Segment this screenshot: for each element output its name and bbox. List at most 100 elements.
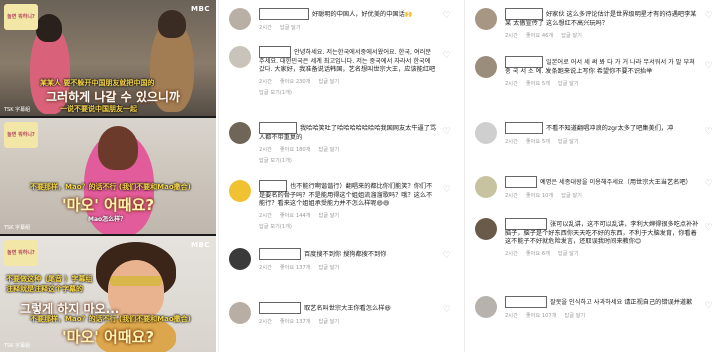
heart-icon[interactable]: ♡ [704, 180, 713, 189]
heart-icon[interactable]: ♡ [442, 128, 451, 137]
reply-button[interactable]: 답글 달기 [280, 25, 301, 31]
subtitle-chinese-2: 不要那样，Mao？的话不行 (我们不要和Mao撒合) [30, 315, 191, 323]
comment-item: 안녕하세요. 저는한국에서중에서왔어요. 한국, 여러분 주세요. 대한민국은 … [219, 46, 459, 120]
like-count[interactable]: 좋아요 5개 [526, 139, 550, 145]
heart-icon[interactable]: ♡ [442, 186, 451, 195]
username-redacted[interactable] [259, 180, 287, 192]
reply-button[interactable]: 답글 달기 [558, 251, 579, 257]
video-stills-column: 놀면 뭐하니? MBC 某某人 要不躲开中国朋友就把中国的 그러하게 나갈 수 … [0, 0, 216, 352]
reply-button[interactable]: 답글 달기 [561, 33, 582, 39]
comment-item: 잘못을 인식하고 사과하세요 请正视自己的错误并道歉 2시간 좋아요 107개 답글… [465, 296, 720, 340]
comment-text: 不看不知道翻唱冲浪的zgr太多了吧集美们，冲 [546, 125, 674, 132]
reply-button[interactable]: 답글 달기 [561, 193, 582, 199]
heart-icon[interactable]: ♡ [704, 128, 713, 137]
comment-item: 我哈哈笑吐了哈哈哈哈哈哈哈我国网友太牛逼了骂人都不带重复的 2시간 좋아요 180… [219, 122, 459, 168]
username-redacted[interactable] [505, 122, 543, 134]
subtitle-group-label: TSK 字幕組 [4, 343, 31, 349]
username-redacted[interactable] [259, 46, 291, 58]
heart-icon[interactable]: ♡ [704, 302, 713, 311]
subtitle-korean: 그러하게 나갈 수 있으니까 [46, 90, 180, 104]
subtitle-chinese-2: 一说不要说中国朋友一起 [60, 105, 137, 113]
username-redacted[interactable] [505, 176, 537, 188]
comment-item: 일본어로 어서 세 써 봐 다 가 거 나라 무서워서 가 말 부쳐 중 국 서… [465, 56, 720, 108]
comment-list-right[interactable]: 好家伙 这么多评论估计是世界级明星才有的待遇吧李某某 太傲宣传了 这么想红不高兴… [464, 0, 720, 352]
heart-icon[interactable]: ♡ [442, 306, 451, 315]
user-avatar[interactable] [475, 296, 497, 318]
glasses [110, 276, 162, 286]
reply-button[interactable]: 답글 달기 [319, 319, 340, 325]
user-avatar[interactable] [229, 180, 251, 202]
like-count[interactable]: 좋아요 5개 [526, 81, 550, 87]
user-avatar[interactable] [475, 176, 497, 198]
reply-button[interactable]: 답글 달기 [558, 139, 579, 145]
like-count[interactable]: 좋아요 46개 [526, 33, 553, 39]
reply-button[interactable]: 답글 달기 [565, 313, 586, 319]
heart-icon[interactable]: ♡ [704, 224, 713, 233]
subtitle-small: Mao怎么样？ [88, 216, 127, 223]
comment-time: 2시간 [505, 139, 518, 145]
username-redacted[interactable] [505, 296, 547, 308]
video-frame: 놀면 뭐하니? MBC 不要做这种（尾音 ）字幕组注释就是注释这个字幕的 그렇게… [0, 236, 216, 352]
like-count[interactable]: 좋아요 180개 [280, 147, 311, 153]
user-avatar[interactable] [475, 56, 497, 78]
view-replies-link[interactable]: 답글 보기(1개) [259, 157, 437, 164]
heart-icon[interactable]: ♡ [442, 252, 451, 261]
view-replies-link[interactable]: 답글 보기(1개) [259, 223, 437, 230]
user-avatar[interactable] [475, 218, 497, 240]
comment-time: 2시간 [505, 193, 518, 199]
user-avatar[interactable] [229, 248, 251, 270]
username-redacted[interactable] [505, 56, 543, 68]
person-head [98, 126, 138, 170]
reply-button[interactable]: 답글 달기 [558, 81, 579, 87]
like-count[interactable]: 좋아요 6개 [526, 251, 550, 257]
user-avatar[interactable] [229, 8, 251, 30]
comment-item: 好聪明的中国人，好优美的中国话🙌 2시간 답글 달기 ♡ [219, 8, 459, 48]
username-redacted[interactable] [259, 248, 301, 260]
reply-button[interactable]: 답글 달기 [319, 79, 340, 85]
user-avatar[interactable] [229, 46, 251, 68]
heart-icon[interactable]: ♡ [442, 12, 451, 21]
heart-icon[interactable]: ♡ [704, 12, 713, 21]
username-redacted[interactable] [259, 302, 301, 314]
comment-time: 2시간 [259, 265, 272, 271]
comment-text: 百度搜不到你 搜狗都搜不到你 [304, 251, 387, 258]
heart-icon[interactable]: ♡ [704, 62, 713, 71]
like-count[interactable]: 좋아요 137개 [280, 265, 311, 271]
username-redacted[interactable] [259, 8, 309, 20]
user-avatar[interactable] [475, 8, 497, 30]
view-replies-link[interactable]: 답글 보기(1개) [259, 89, 437, 96]
heart-icon[interactable]: ♡ [442, 52, 451, 61]
comment-item: 不看不知道翻唱冲浪的zgr太多了吧集美们，冲 2시간 좋아요 5개 답글 달기 ♡ [465, 122, 720, 166]
subtitle-chinese: 不要做这种（尾音 ）字幕组注释就是注释这个字幕的 [6, 275, 93, 293]
username-redacted[interactable] [505, 218, 547, 230]
comment-text: 取艺名叫世宗大王你看怎么样😆 [304, 305, 391, 312]
comment-time: 2시간 [259, 25, 272, 31]
comment-time: 2시간 [259, 147, 272, 153]
like-count[interactable]: 좋아요 144개 [280, 213, 311, 219]
user-avatar[interactable] [475, 122, 497, 144]
video-frame: 놀면 뭐하니? MBC 某某人 要不躲开中国朋友就把中国的 그러하게 나갈 수 … [0, 0, 216, 116]
comment-item: 百度搜不到你 搜狗都搜不到你 2시간 좋아요 137개 답글 달기 ♡ [219, 248, 459, 290]
comment-list-middle[interactable]: 好聪明的中国人，好优美的中国话🙌 2시간 답글 달기 ♡ 안녕하세요. 저는한국에… [218, 0, 459, 352]
person-head [158, 10, 186, 38]
username-redacted[interactable] [505, 8, 543, 20]
reply-button[interactable]: 답글 달기 [319, 213, 340, 219]
broadcaster-logo: MBC [191, 241, 210, 249]
comment-time: 2시간 [505, 313, 518, 319]
username-redacted[interactable] [259, 122, 297, 134]
comment-text: 好聪明的中国人，好优美的中国话🙌 [312, 11, 413, 18]
subtitle-chinese: 不要那样，Mao？的话不行 (我们不要和Mao撒合) [30, 183, 191, 191]
user-avatar[interactable] [229, 122, 251, 144]
like-count[interactable]: 좋아요 230개 [280, 79, 311, 85]
comment-item: 也不能行啊谐谐行）翻唱来的都比你们能笑？你们不是要名的骨子吗？不是能用得这个姐姐… [219, 180, 459, 244]
like-count[interactable]: 좋아요 107개 [526, 313, 557, 319]
comment-item: 张可以乱讲，这不可以乱讲，李利大婶得很多吃点补补脑子，脑子是个好东西你天天吃不好… [465, 218, 720, 288]
like-count[interactable]: 좋아요 10개 [526, 193, 553, 199]
comment-item: 取艺名叫世宗大王你看怎么样😆 2시간 좋아요 137개 답글 달기 ♡ [219, 302, 459, 342]
like-count[interactable]: 좋아요 137개 [280, 319, 311, 325]
reply-button[interactable]: 답글 달기 [319, 147, 340, 153]
reply-button[interactable]: 답글 달기 [319, 265, 340, 271]
video-frame: 놀면 뭐하니? 不要那样，Mao？的话不行 (我们不要和Mao撒合) '마오' … [0, 118, 216, 234]
show-logo: 놀면 뭐하니? [4, 240, 38, 266]
user-avatar[interactable] [229, 302, 251, 324]
